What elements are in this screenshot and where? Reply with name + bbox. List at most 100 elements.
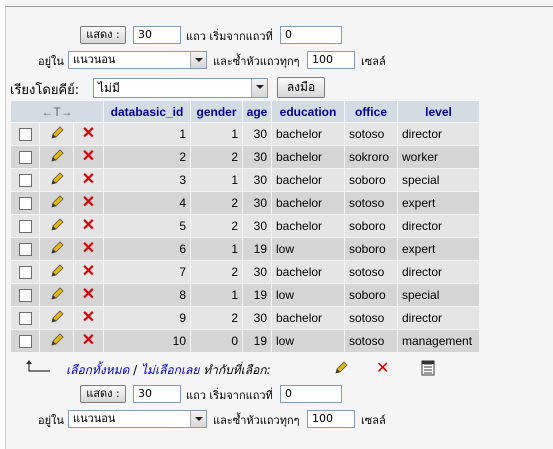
cell-level: director (398, 261, 479, 283)
row-checkbox[interactable] (18, 289, 32, 303)
export-selected-icon[interactable] (421, 360, 435, 379)
edit-cell (40, 215, 73, 237)
cell-age: 30 (243, 123, 271, 145)
cell-databasic-id: 6 (104, 238, 190, 260)
cell-age: 19 (243, 284, 271, 306)
rows-from-label-bottom: แถว เริ่มจากแถวที่ (186, 389, 273, 402)
column-header-education[interactable]: education (272, 101, 344, 122)
delete-selected-icon[interactable]: ✕ (376, 360, 389, 376)
column-header-office[interactable]: office (345, 101, 397, 122)
cell-gender: 1 (191, 169, 242, 191)
with-selected-label: ทำกับที่เลือก: (203, 363, 271, 377)
row-checkbox-cell (11, 307, 40, 329)
go-button[interactable]: ลงมือ (277, 77, 325, 98)
cells-label: เซลล์ (361, 55, 386, 68)
cell-age: 30 (243, 169, 271, 191)
pencil-icon[interactable] (49, 309, 65, 328)
column-nav-arrows[interactable]: ←T→ (11, 101, 103, 122)
edit-cell (40, 192, 73, 214)
delete-icon[interactable]: ✕ (82, 194, 95, 211)
cell-level: director (398, 215, 479, 237)
delete-cell: ✕ (73, 238, 103, 260)
delete-icon[interactable]: ✕ (82, 148, 95, 165)
row-checkbox[interactable] (18, 197, 32, 211)
display-mode-select[interactable]: แนวนอน (68, 51, 207, 69)
row-checkbox[interactable] (18, 151, 32, 165)
table-row: ✕ 10 0 19 low sotoso management (11, 330, 479, 352)
cell-gender: 0 (191, 330, 242, 352)
rows-count-input-bottom[interactable]: 30 (133, 385, 181, 403)
pencil-icon[interactable] (49, 125, 65, 144)
edit-cell (40, 123, 73, 145)
table-row: ✕ 9 2 30 bachelor sotoso director (11, 307, 479, 329)
row-checkbox-cell (11, 169, 40, 191)
table-row: ✕ 7 2 30 bachelor sotoso director (11, 261, 479, 283)
delete-icon[interactable]: ✕ (82, 125, 95, 142)
pencil-icon[interactable] (49, 148, 65, 167)
cell-education: bachelor (272, 261, 344, 283)
column-header-gender[interactable]: gender (191, 101, 242, 122)
pencil-icon[interactable] (49, 286, 65, 305)
column-header-level[interactable]: level (398, 101, 479, 122)
sort-key-value: ไม่มี (98, 81, 120, 95)
select-none-link[interactable]: ไม่เลือกเลย (141, 363, 199, 377)
column-header-databasic-id[interactable]: databasic_id (104, 101, 190, 122)
cell-databasic-id: 10 (104, 330, 190, 352)
row-checkbox-cell (11, 238, 40, 260)
row-checkbox[interactable] (18, 243, 32, 257)
cell-databasic-id: 1 (104, 123, 190, 145)
pencil-icon[interactable] (49, 332, 65, 351)
delete-cell: ✕ (73, 261, 103, 283)
sort-by-key-label: เรียงโดยคีย์: (10, 83, 80, 98)
delete-icon[interactable]: ✕ (82, 171, 95, 188)
pencil-icon[interactable] (49, 194, 65, 213)
cell-office: soboro (345, 238, 397, 260)
cell-office: sotoso (345, 123, 397, 145)
display-mode-select-bottom[interactable]: แนวนอน (68, 410, 207, 428)
table-row: ✕ 8 1 19 low soboro special (11, 284, 479, 306)
cell-age: 19 (243, 330, 271, 352)
start-row-input-bottom[interactable]: 0 (280, 385, 342, 403)
select-all-link[interactable]: เลือกทั้งหมด (66, 363, 129, 377)
pencil-icon[interactable] (49, 263, 65, 282)
column-header-age[interactable]: age (243, 101, 271, 122)
delete-icon[interactable]: ✕ (82, 332, 95, 349)
delete-icon[interactable]: ✕ (82, 217, 95, 234)
repeat-headers-input[interactable]: 100 (307, 51, 355, 69)
row-checkbox[interactable] (18, 174, 32, 188)
cell-level: expert (398, 192, 479, 214)
row-checkbox[interactable] (18, 220, 32, 234)
edit-cell (40, 261, 73, 283)
cell-level: special (398, 284, 479, 306)
pencil-icon[interactable] (49, 171, 65, 190)
show-button[interactable]: แสดง : (80, 26, 126, 44)
cell-office: soboro (345, 284, 397, 306)
row-checkbox[interactable] (18, 335, 32, 349)
data-table: ←T→ databasic_id gender age education of… (10, 100, 480, 353)
pencil-icon[interactable] (49, 217, 65, 236)
row-checkbox[interactable] (18, 128, 32, 142)
edit-cell (40, 169, 73, 191)
row-checkbox[interactable] (18, 266, 32, 280)
pencil-icon[interactable] (49, 240, 65, 259)
show-button-bottom[interactable]: แสดง : (80, 385, 126, 403)
sort-key-select[interactable]: ไม่มี (93, 78, 268, 98)
cell-level: director (398, 123, 479, 145)
cell-education: bachelor (272, 169, 344, 191)
repeat-headers-input-bottom[interactable]: 100 (307, 410, 355, 428)
cell-age: 30 (243, 215, 271, 237)
edit-cell (40, 146, 73, 168)
delete-cell: ✕ (73, 215, 103, 237)
start-row-input[interactable]: 0 (280, 26, 342, 44)
chevron-down-icon (251, 79, 267, 97)
delete-icon[interactable]: ✕ (82, 309, 95, 326)
cell-level: special (398, 169, 479, 191)
row-checkbox[interactable] (18, 312, 32, 326)
delete-icon[interactable]: ✕ (82, 263, 95, 280)
rows-count-input[interactable]: 30 (133, 26, 181, 44)
delete-icon[interactable]: ✕ (82, 286, 95, 303)
edit-selected-icon[interactable] (333, 360, 349, 379)
display-mode-value: แนวนอน (73, 53, 116, 66)
cell-gender: 1 (191, 284, 242, 306)
delete-icon[interactable]: ✕ (82, 240, 95, 257)
